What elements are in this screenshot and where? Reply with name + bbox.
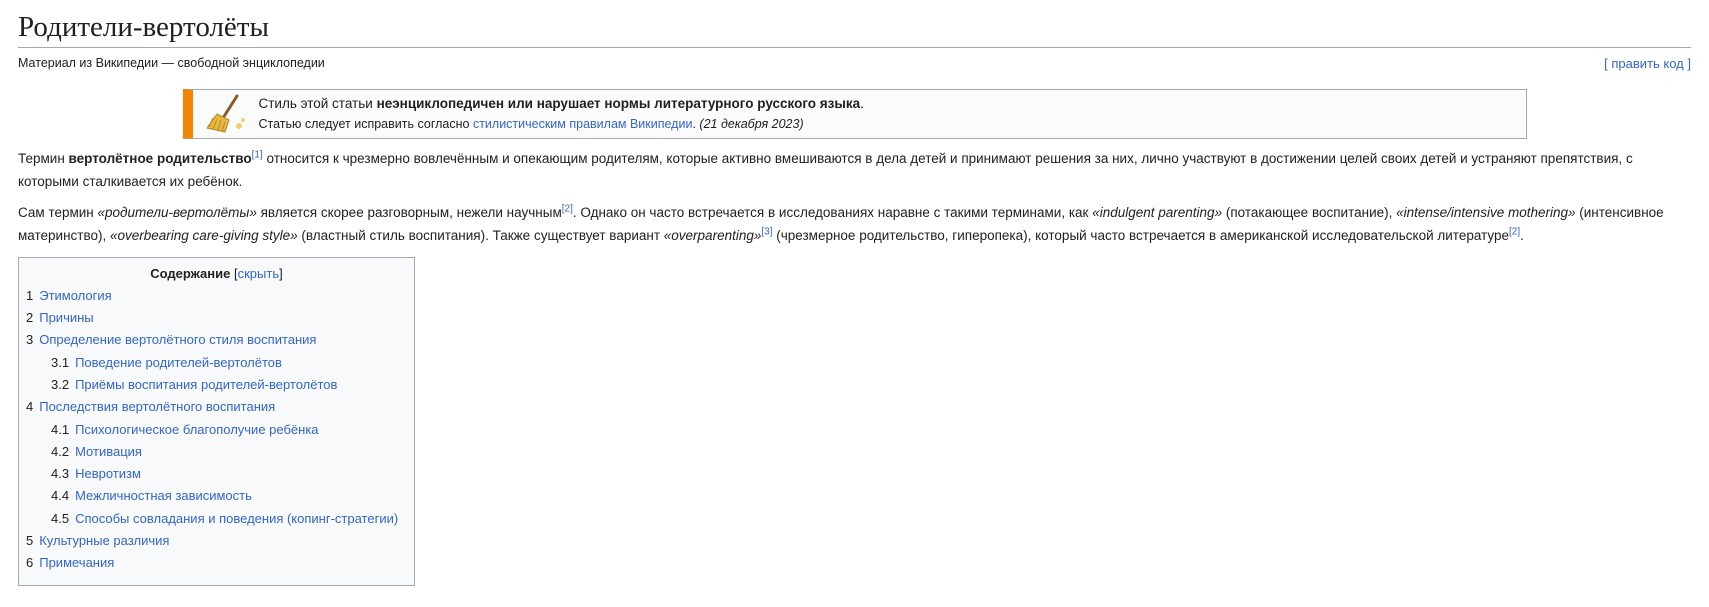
toc-item-number: 4.2	[51, 443, 70, 459]
toc-item-number: 3.1	[51, 354, 70, 370]
toc-list: 1 Этимология 2 Причины 3 Определение вертолёт…	[26, 285, 407, 575]
toc-item[interactable]: 2 Причины	[26, 307, 407, 329]
style-warning-box: Стиль этой статьи неэнциклопедичен или н…	[182, 88, 1527, 139]
toc-item-link[interactable]: Приёмы воспитания родителей-вертолётов	[75, 377, 337, 392]
toc-item-link[interactable]: Поведение родителей-вертолётов	[75, 355, 282, 370]
warning-line-1: Стиль этой статьи неэнциклопедичен или н…	[259, 94, 864, 114]
toc-item[interactable]: 4.2 Мотивация	[26, 441, 407, 463]
site-sub: Материал из Википедии — свободной энцикл…	[18, 56, 325, 71]
toc-item-link[interactable]: Психологическое благополучие ребёнка	[75, 422, 318, 437]
term-bold: вертолётное родительство	[68, 150, 252, 166]
toc-item[interactable]: 4.1 Психологическое благополучие ребёнка	[26, 419, 407, 441]
fix-prefix: Статью следует исправить согласно	[258, 116, 473, 131]
toc-title: Содержание	[150, 265, 231, 281]
toc-item-number: 4.1	[51, 421, 70, 437]
toc-item-number: 4.4	[51, 488, 70, 504]
warning-prefix: Стиль этой статьи	[258, 96, 377, 112]
p2-italic-1: «родители-вертолёты»	[97, 204, 257, 220]
toc-item-number: 4.5	[51, 510, 70, 526]
toc-heading: Содержание [скрыть]	[26, 266, 407, 281]
ref-link-1[interactable]: [1]	[252, 149, 263, 160]
subtitle-row: Материал из Википедии — свободной энцикл…	[18, 56, 1691, 71]
p2-text-3: . Однако он часто встречается в исследов…	[572, 204, 1093, 220]
toc-item[interactable]: 3.1 Поведение родителей-вертолётов	[26, 352, 407, 374]
toc-toggle-wrap: [скрыть]	[234, 266, 283, 281]
toc-item-link[interactable]: Межличностная зависимость	[75, 488, 252, 503]
toc-item-link[interactable]: Невротизм	[75, 466, 141, 481]
table-of-contents: Содержание [скрыть] 1 Этимология 2 Причины 3…	[18, 256, 415, 586]
toc-item[interactable]: 5 Культурные различия	[26, 530, 407, 552]
toc-item-number: 5	[26, 533, 34, 549]
p2-text-6: (властный стиль воспитания). Также сущес…	[297, 227, 664, 243]
paragraph-1: Термин вертолётное родительство[1] относ…	[18, 147, 1691, 193]
warning-date: (21 декабря 2023)	[699, 116, 804, 131]
p2-text-1: Сам термин	[18, 204, 98, 220]
toc-item[interactable]: 6 Примечания	[26, 552, 407, 574]
style-rules-link[interactable]: стилистическим правилам Википедии	[473, 117, 693, 131]
toc-bracket-close: ]	[279, 265, 283, 281]
toc-item-link[interactable]: Примечания	[39, 555, 114, 570]
toc-item-link[interactable]: Определение вертолётного стиля воспитани…	[39, 332, 316, 347]
p2-italic-2: «indulgent parenting»	[1092, 204, 1223, 220]
toc-item-number: 3.2	[51, 376, 70, 392]
toc-item[interactable]: 4 Последствия вертолётного воспитания	[26, 396, 407, 418]
p1-text-1: Термин	[18, 150, 69, 166]
paragraph-2: Сам термин «родители-вертолёты» является…	[18, 201, 1691, 247]
page-title: Родители-вертолёты	[18, 0, 1691, 48]
toc-item[interactable]: 4.3 Невротизм	[26, 463, 407, 485]
p2-text-7: (чрезмерное родительство, гиперопека), к…	[772, 227, 1510, 243]
toc-item[interactable]: 4.5 Способы совладания и поведения (копин…	[26, 508, 407, 530]
toc-item-number: 3	[26, 332, 34, 348]
ref-link-4[interactable]: [2]	[1509, 226, 1520, 237]
p2-text-8: .	[1520, 227, 1524, 243]
toc-hide-link[interactable]: скрыть	[238, 266, 280, 281]
p2-text-4: (потакающее воспитание),	[1222, 204, 1397, 220]
toc-item-number: 2	[26, 310, 34, 326]
toc-item-link[interactable]: Способы совладания и поведения (копинг-с…	[75, 511, 398, 526]
ref-link-3[interactable]: [3]	[761, 226, 772, 237]
p2-text-2: является скорее разговорным, нежели науч…	[256, 204, 562, 220]
warning-line-2: Статью следует исправить согласно стилис…	[259, 115, 864, 134]
toc-item-number: 4	[26, 399, 34, 415]
toc-item-link[interactable]: Причины	[39, 310, 93, 325]
toc-item-number: 6	[26, 555, 34, 571]
toc-item[interactable]: 4.4 Межличностная зависимость	[26, 485, 407, 507]
ref-link-2[interactable]: [2]	[562, 203, 573, 214]
edit-source-link[interactable]: [ править код ]	[1604, 56, 1691, 71]
p2-italic-3: «intense/intensive mothering»	[1396, 204, 1576, 220]
toc-item[interactable]: 3.2 Приёмы воспитания родителей-вертолёто…	[26, 374, 407, 396]
article: Родители-вертолёты Материал из Википедии…	[0, 0, 1709, 607]
toc-item-number: 1	[26, 287, 34, 303]
broom-icon	[205, 94, 245, 133]
warning-suffix: .	[860, 96, 864, 112]
p2-italic-4: «overbearing care-giving style»	[110, 227, 298, 243]
warning-text: Стиль этой статьи неэнциклопедичен или н…	[259, 94, 864, 133]
toc-item-link[interactable]: Культурные различия	[39, 533, 169, 548]
toc-item-link[interactable]: Этимология	[39, 288, 111, 303]
toc-item[interactable]: 1 Этимология	[26, 285, 407, 307]
warning-bold: неэнциклопедичен или нарушает нормы лите…	[376, 96, 861, 112]
toc-item-link[interactable]: Последствия вертолётного воспитания	[39, 399, 275, 414]
p2-italic-5: «overparenting»	[663, 227, 762, 243]
toc-item-link[interactable]: Мотивация	[75, 444, 142, 459]
toc-item[interactable]: 3 Определение вертолётного стиля воспитан…	[26, 329, 407, 351]
toc-item-number: 4.3	[51, 466, 70, 482]
